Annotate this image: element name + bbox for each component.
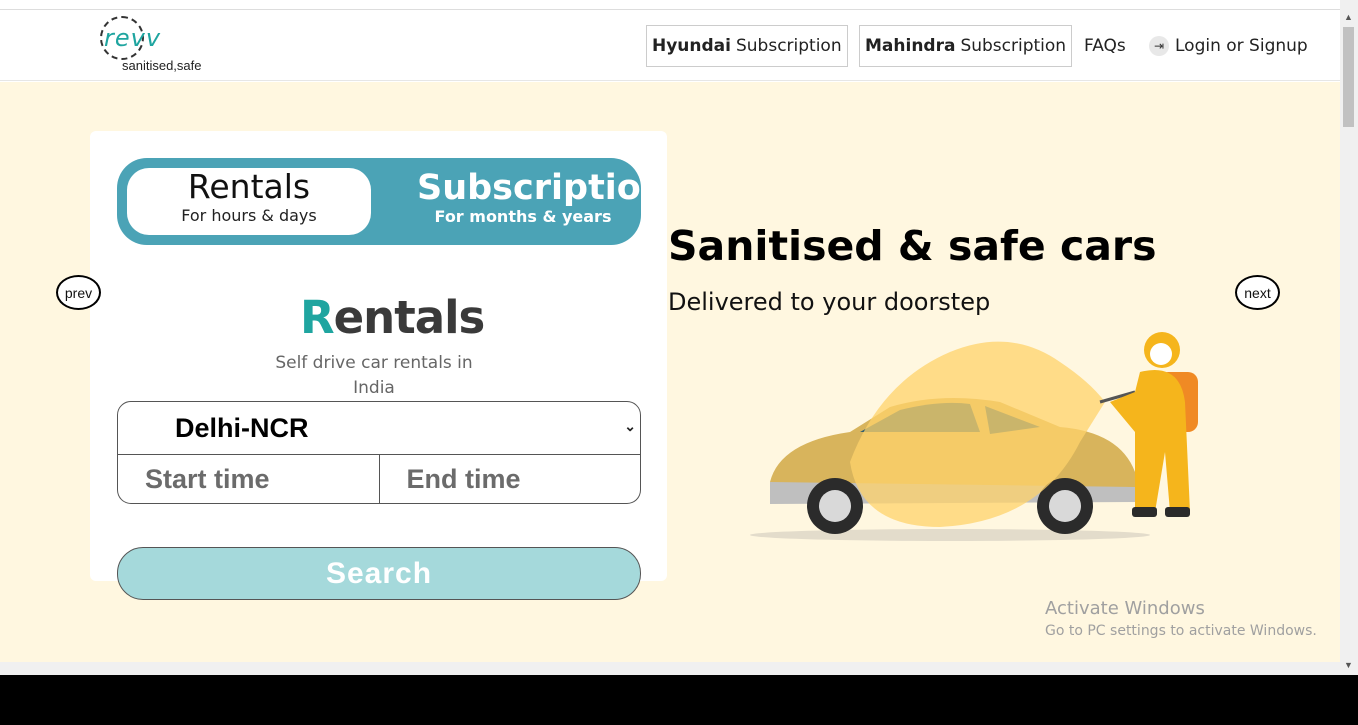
scroll-up-arrow-icon[interactable]: ▲ xyxy=(1344,12,1353,22)
rentals-logo-accent: R xyxy=(300,291,335,344)
horizontal-scrollbar[interactable] xyxy=(0,662,1340,675)
nav-mahindra-subscription[interactable]: Mahindra Subscription xyxy=(859,25,1073,67)
site-header: revv sanitised,safe Hyundai Subscription… xyxy=(0,10,1340,81)
watermark-subtitle: Go to PC settings to activate Windows. xyxy=(1045,623,1317,639)
logo-tagline: sanitised,safe xyxy=(122,58,202,73)
carousel-prev-label: prev xyxy=(64,284,93,301)
revv-logo[interactable]: revv sanitised,safe xyxy=(100,16,220,74)
rentals-description: Self drive car rentals in India xyxy=(275,353,473,398)
carousel-next-label: next xyxy=(1244,284,1271,301)
search-button[interactable]: Search xyxy=(117,547,641,600)
carousel-next-button[interactable]: next xyxy=(1235,275,1280,310)
chevron-down-icon: ⌄ xyxy=(624,418,636,434)
end-time-input[interactable]: End time xyxy=(378,455,641,503)
hero-headline: Sanitised & safe cars xyxy=(668,222,1157,270)
tab-rentals-subtitle: For hours & days xyxy=(181,206,317,225)
time-picker-row: Start time End time xyxy=(117,455,641,504)
tab-subscriptions-title: Subscriptions xyxy=(417,168,641,208)
rentals-logo-rest: entals xyxy=(333,291,486,344)
nav-hyundai-subscription[interactable]: Hyundai Subscription xyxy=(646,25,848,67)
city-select-value: Delhi-NCR xyxy=(175,412,309,443)
city-select[interactable]: Delhi-NCR ⌄ xyxy=(117,401,641,455)
tab-subscriptions-subtitle: For months & years xyxy=(434,207,612,226)
activate-windows-watermark: Activate Windows Go to PC settings to ac… xyxy=(1045,598,1317,639)
hero-subheadline: Delivered to your doorstep xyxy=(668,288,991,316)
car-sanitising-illustration xyxy=(750,332,1198,541)
search-button-label: Search xyxy=(325,556,433,590)
rentals-section-logo: Rentals xyxy=(300,291,486,344)
nav-login[interactable]: ⇥ Login or Signup xyxy=(1149,25,1308,67)
tab-subscriptions[interactable]: Subscriptions For months & years xyxy=(417,168,641,235)
start-time-placeholder: Start time xyxy=(145,463,270,494)
booking-card: Rentals For hours & days Subscriptions F… xyxy=(90,131,667,581)
watermark-title: Activate Windows xyxy=(1045,598,1205,619)
tab-rentals-title: Rentals xyxy=(187,167,311,206)
nav-login-label: Login or Signup xyxy=(1175,36,1308,56)
nav-faqs[interactable]: FAQs xyxy=(1084,25,1126,67)
carousel-prev-button[interactable]: prev xyxy=(56,275,101,310)
logo-text: revv xyxy=(104,24,162,52)
start-time-input[interactable]: Start time xyxy=(118,455,379,503)
end-time-placeholder: End time xyxy=(406,463,521,494)
top-edge xyxy=(0,0,1340,10)
browser-viewport: revv sanitised,safe Hyundai Subscription… xyxy=(0,0,1358,675)
tab-rentals[interactable]: Rentals For hours & days xyxy=(127,168,371,235)
login-arrow-icon: ⇥ xyxy=(1149,36,1169,56)
nav-hyundai-brand: Hyundai xyxy=(652,36,731,56)
rental-type-toggle: Rentals For hours & days Subscriptions F… xyxy=(117,158,641,245)
nav-faqs-label: FAQs xyxy=(1084,36,1126,56)
scrollbar-thumb[interactable] xyxy=(1343,27,1354,127)
scroll-down-arrow-icon[interactable]: ▼ xyxy=(1344,660,1353,670)
nav-hyundai-label: Subscription xyxy=(735,36,842,56)
nav-mahindra-brand: Mahindra xyxy=(865,36,956,56)
nav-mahindra-label: Subscription xyxy=(960,36,1067,56)
